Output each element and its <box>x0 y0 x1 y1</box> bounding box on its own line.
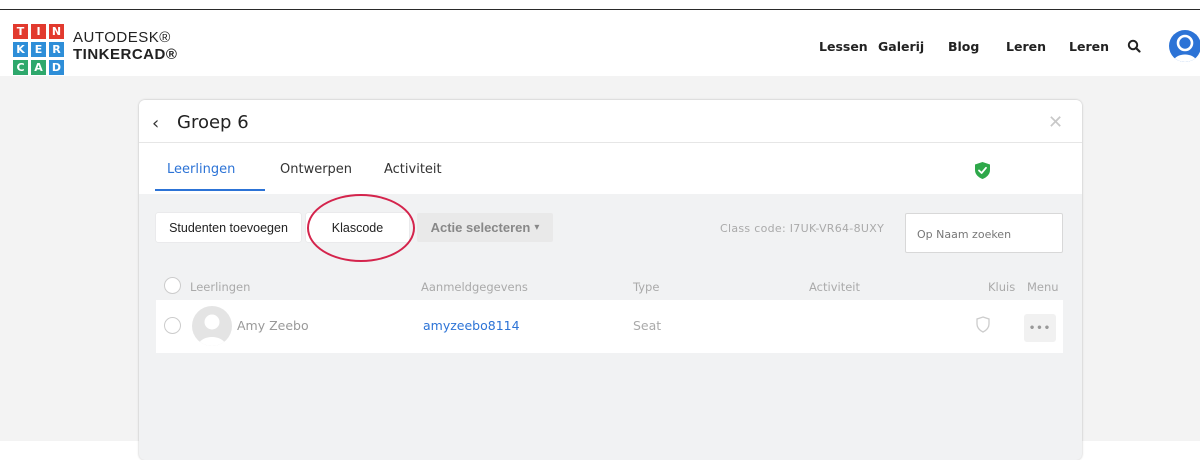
col-header-menu: Menu <box>1027 280 1059 294</box>
logo-letter: K <box>13 42 28 57</box>
tab-activiteit[interactable]: Activiteit <box>384 162 442 177</box>
col-header-aanmeldgegevens: Aanmeldgegevens <box>421 280 528 294</box>
logo-letter: R <box>49 42 64 57</box>
vault-shield-icon[interactable] <box>976 316 990 337</box>
top-header: T I N K E R C A D AUTODESK® TINKERCAD® L… <box>0 10 1200 76</box>
brand-line-autodesk: AUTODESK® <box>73 29 171 46</box>
brand-line-tinkercad: TINKERCAD® <box>73 46 178 63</box>
logo-letter: C <box>13 60 28 75</box>
col-header-type: Type <box>633 280 660 294</box>
tab-ontwerpen[interactable]: Ontwerpen <box>280 162 352 177</box>
student-avatar <box>192 306 232 346</box>
col-header-leerlingen: Leerlingen <box>190 280 251 294</box>
student-type: Seat <box>633 318 662 333</box>
logo-letter: N <box>49 24 64 39</box>
select-action-dropdown[interactable]: Actie selecteren ▾ <box>417 213 553 242</box>
close-icon[interactable]: ✕ <box>1048 112 1063 133</box>
row-menu-button[interactable]: ••• <box>1024 314 1056 342</box>
klascode-highlight-ring <box>307 194 415 262</box>
user-avatar-icon[interactable] <box>1169 30 1200 62</box>
logo-letter: D <box>49 60 64 75</box>
nav-lessen[interactable]: Lessen <box>819 39 868 54</box>
window-top-edge <box>0 0 1200 10</box>
active-tab-indicator <box>155 189 265 191</box>
group-title: Groep 6 <box>177 112 249 133</box>
chevron-left-icon[interactable]: ‹ <box>152 113 159 134</box>
logo-letter: T <box>13 24 28 39</box>
search-icon[interactable] <box>1127 38 1141 57</box>
name-search-input[interactable]: Op Naam zoeken <box>905 213 1063 253</box>
add-students-button[interactable]: Studenten toevoegen <box>156 213 301 242</box>
col-header-kluis: Kluis <box>988 280 1016 294</box>
logo-letter: A <box>31 60 46 75</box>
divider <box>139 142 1082 143</box>
dialog-header <box>139 100 1082 194</box>
shield-check-icon[interactable] <box>975 162 990 183</box>
logo-letter: I <box>31 24 46 39</box>
nav-leren[interactable]: Leren <box>1006 39 1046 54</box>
select-all-checkbox[interactable] <box>164 277 181 294</box>
student-name: Amy Zeebo <box>237 318 309 333</box>
tab-leerlingen[interactable]: Leerlingen <box>167 162 235 177</box>
brand-name[interactable]: AUTODESK® TINKERCAD® <box>73 29 177 63</box>
tinkercad-logo[interactable]: T I N K E R C A D <box>13 24 64 75</box>
logo-letter: E <box>31 42 46 57</box>
col-header-activiteit: Activiteit <box>809 280 860 294</box>
nav-leren-2[interactable]: Leren <box>1069 39 1109 54</box>
group-dialog: ‹ Groep 6 ✕ Leerlingen Ontwerpen Activit… <box>139 100 1082 460</box>
student-login-link[interactable]: amyzeebo8114 <box>423 318 520 333</box>
chevron-down-icon: ▾ <box>534 222 540 233</box>
row-select-checkbox[interactable] <box>164 317 181 334</box>
nav-blog[interactable]: Blog <box>948 39 979 54</box>
nav-galerij[interactable]: Galerij <box>878 39 924 54</box>
select-action-label: Actie selecteren <box>430 220 531 235</box>
class-code-text: Class code: I7UK-VR64-8UXY <box>720 222 885 235</box>
